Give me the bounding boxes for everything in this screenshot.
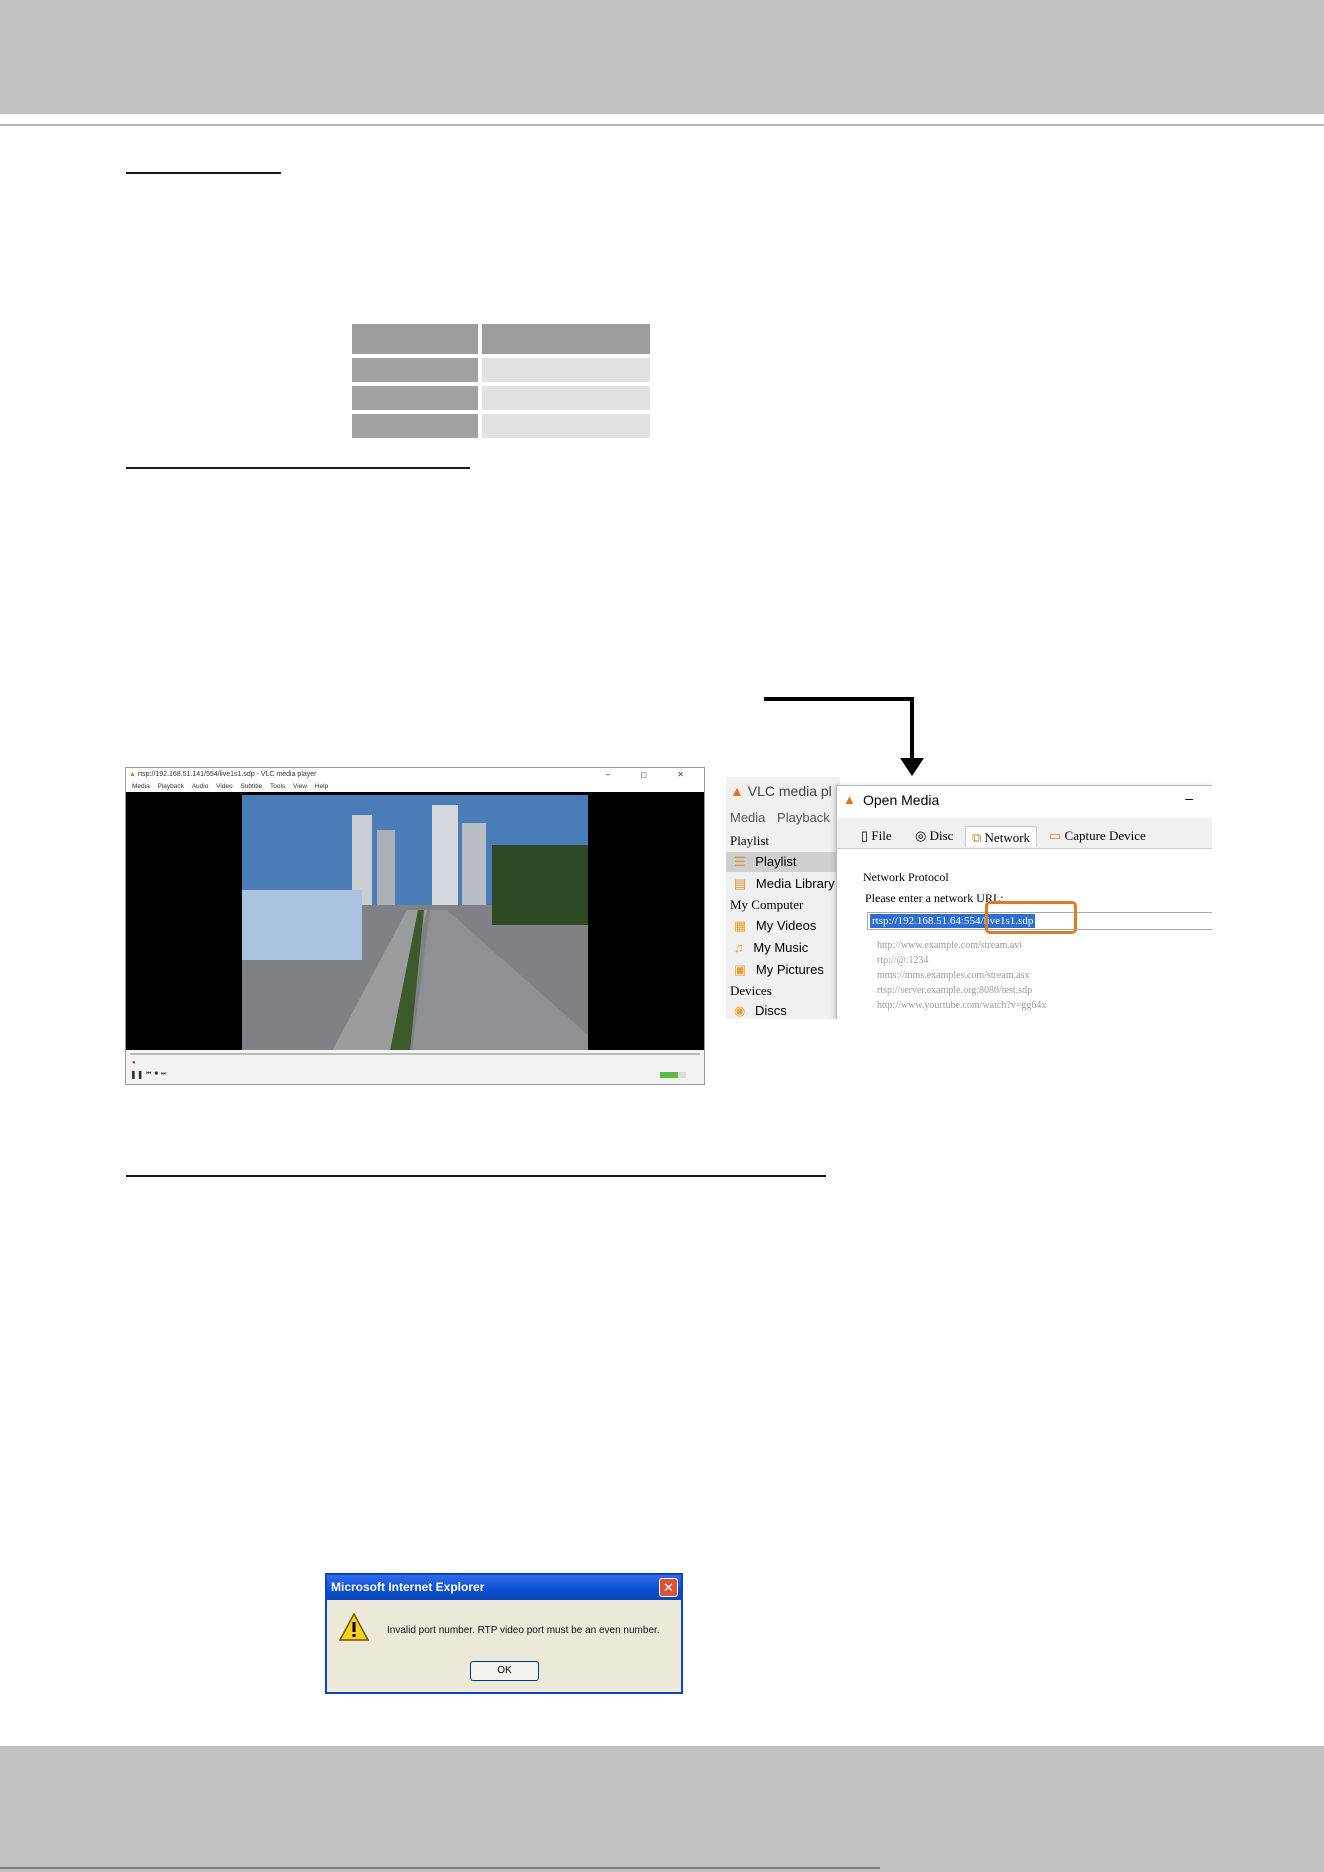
table-cell [352,414,478,438]
page-footer-band [0,1746,1324,1872]
header-divider [0,124,1324,126]
page-header-band [0,0,1324,114]
menu-item[interactable]: Tools [270,783,285,790]
tab-disc[interactable]: ◎ Disc [915,828,953,848]
pause-icon[interactable]: ❚❚ [130,1070,143,1079]
highway-scene-image [242,795,588,1051]
tab-bar: ▯ File ◎ Disc ⧉ Network ▭ Capture Device [837,818,1212,849]
menu-item[interactable]: Playback [158,783,184,790]
file-icon: ▯ [861,828,869,843]
disc-icon: ◉ [734,1003,746,1018]
url-examples: http://www.example.com/stream.avi rtp://… [877,938,1046,1013]
vlc-control-bar: ● ❚❚ ⏮■⏭ [126,1050,704,1084]
video-frame [242,795,588,1051]
error-message: Invalid port number. RTP video port must… [387,1625,660,1636]
tab-file[interactable]: ▯ File [861,828,892,848]
sidebar-item-media-library[interactable]: ▤ Media Library [734,876,835,892]
section-heading-underline [126,467,470,469]
open-media-screenshot: ▲ VLC media pl Media Playback Playlist ☰… [726,777,1212,1019]
menu-item[interactable]: View [293,783,307,790]
vlc-cone-icon: ▲ [730,783,744,799]
url-example: mms://mms.examples.com/stream.asx [877,970,1030,981]
tab-network[interactable]: ⧉ Network [965,826,1038,847]
sidebar-item-my-pictures[interactable]: ▣ My Pictures [734,962,824,978]
sidebar-item-discs[interactable]: ◉ Discs [734,1003,787,1019]
url-example: rtp://@:1234 [877,955,929,966]
table-header-cell [352,324,478,354]
sidebar-item-my-music[interactable]: ♫ My Music [734,940,808,955]
playback-controls-icon[interactable]: ⏮■⏭ [146,1071,169,1078]
error-dialog-title: Microsoft Internet Explorer [327,1575,681,1600]
volume-slider[interactable] [660,1072,686,1078]
picture-icon: ▣ [734,962,747,977]
network-icon: ⧉ [972,830,982,845]
section-heading-underline [126,1175,826,1177]
network-url-label: Please enter a network URL: [865,891,1004,905]
vlc-window-title: rtsp://192.168.51.141/554/live1s1.sdp - … [137,771,317,778]
arrow-down-icon [900,758,924,776]
minimize-button[interactable]: – [1185,790,1193,806]
seek-bar[interactable] [130,1053,700,1055]
network-protocol-label: Network Protocol [863,870,949,884]
table-cell [482,358,650,382]
capture-device-icon: ▭ [1049,828,1062,843]
vlc-cone-icon: ▲ [843,792,856,807]
menu-item[interactable]: Playback [777,810,830,825]
menu-item[interactable]: Media [132,783,150,790]
vlc-menubar: Media Playback Audio Video Subtitle Tool… [126,781,704,792]
url-example: http://www.example.com/stream.avi [877,940,1023,951]
record-icon[interactable]: ● [132,1060,136,1066]
menu-item[interactable]: Media [730,810,765,825]
sidebar-item-my-videos[interactable]: ▦ My Videos [734,918,816,934]
sidebar-heading-devices: Devices [730,983,772,998]
close-button[interactable]: ✕ [659,1578,678,1597]
warning-icon [339,1613,369,1641]
arrow-line [910,697,914,761]
menu-item[interactable]: Subtitle [240,783,262,790]
ok-button[interactable]: OK [470,1661,539,1681]
sidebar-item-playlist[interactable]: ☰ Playlist [734,854,796,870]
library-icon: ▤ [734,876,747,891]
disc-icon: ◎ [915,828,927,843]
window-controls[interactable]: – ◻ ✕ [606,768,698,781]
error-dialog: Microsoft Internet Explorer ✕ Invalid po… [325,1573,683,1694]
vlc-app-title: VLC media pl [747,783,832,799]
menu-item[interactable]: Video [216,783,233,790]
menu-item[interactable]: Audio [192,783,209,790]
sidebar-heading-my-computer: My Computer [730,897,804,912]
vlc-player-window: ▲ rtsp://192.168.51.141/554/live1s1.sdp … [125,767,705,1085]
table-cell [352,358,478,382]
table-header-cell [482,324,650,354]
table-cell [482,386,650,410]
dialog-title: Open Media [863,792,940,808]
vlc-titlebar: ▲ rtsp://192.168.51.141/554/live1s1.sdp … [126,768,704,781]
menu-item[interactable]: Help [315,783,328,790]
tab-capture-device[interactable]: ▭ Capture Device [1049,828,1146,848]
section-heading-underline [126,172,281,174]
footer-divider [0,1867,880,1869]
vlc-sidebar: ▲ VLC media pl Media Playback Playlist ☰… [726,777,840,1019]
url-example: rtsp://server.example.org:8080/test.sdp [877,985,1033,996]
url-highlight-box [985,901,1077,934]
film-icon: ▦ [734,918,747,933]
url-example: http://www.yourtube.com/watch?v=gg64x [877,1000,1047,1011]
table-cell [352,386,478,410]
vlc-cone-icon: ▲ [129,771,136,778]
playlist-icon: ☰ [734,854,746,869]
music-note-icon: ♫ [734,940,744,955]
table-cell [482,414,650,438]
sidebar-heading-playlist: Playlist [730,833,770,848]
arrow-line [764,697,914,701]
